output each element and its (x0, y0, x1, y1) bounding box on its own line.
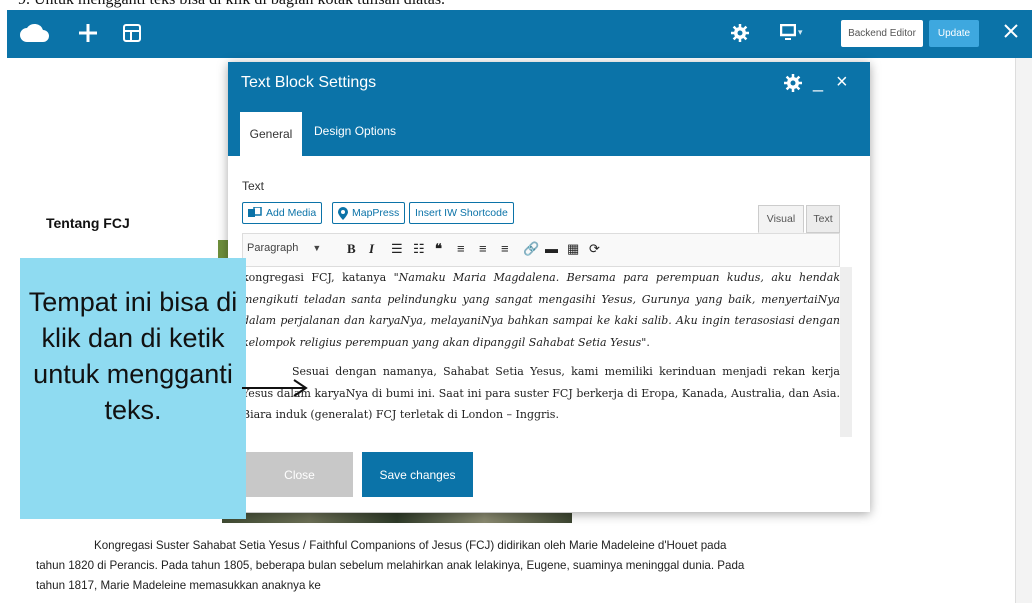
format-select-value: Paragraph (247, 242, 299, 254)
dialog-footer: Close Save changes (228, 437, 870, 512)
read-more-icon[interactable]: ▬ (545, 241, 558, 256)
close-icon[interactable] (1002, 22, 1020, 40)
add-media-button[interactable]: Add Media (242, 202, 323, 224)
dialog-close-icon[interactable]: × (836, 71, 848, 94)
tab-visual[interactable]: Visual (758, 205, 804, 233)
caption: 9. Untuk mengganti teks bisa di klik di … (0, 0, 1032, 10)
content-paragraph-2: Sesuai dengan namanya, Sahabat Setia Yes… (242, 365, 840, 421)
editor-scrollbar[interactable] (840, 267, 852, 437)
link-icon[interactable]: 🔗 (523, 241, 539, 257)
content-p1-end: . (646, 335, 650, 349)
content-paragraph-1: kongregasi FCJ, katanya "Namaku Maria Ma… (242, 267, 840, 353)
editor-toolbar: Paragraph ▼ B I ☰ ☷ ❝ ≡ ≡ ≡ 🔗 ▬ ▦ ⟳ (242, 233, 840, 267)
page-paragraph-text: Kongregasi Suster Sahabat Setia Yesus / … (36, 539, 745, 592)
tab-general[interactable]: General (240, 112, 302, 156)
caption-text: 9. Untuk mengganti teks bisa di klik di … (18, 0, 445, 9)
blockquote-icon[interactable]: ❝ (435, 241, 442, 257)
italic-icon[interactable]: I (369, 241, 374, 257)
tab-design-options[interactable]: Design Options (314, 124, 396, 138)
bullet-list-icon[interactable]: ☰ (391, 241, 403, 257)
numbered-list-icon[interactable]: ☷ (413, 241, 425, 257)
update-button[interactable]: Update (929, 20, 979, 47)
layout-icon[interactable] (122, 23, 142, 43)
page-image (222, 513, 572, 523)
refresh-icon[interactable]: ⟳ (589, 241, 600, 257)
callout-text: Tempat ini bisa di klik dan di ketik unt… (28, 287, 238, 425)
chevron-down-icon: ▼ (312, 243, 322, 253)
side-title: Tentang FCJ (46, 215, 130, 231)
arrow-icon (240, 377, 310, 404)
bold-icon[interactable]: B (347, 241, 356, 257)
toolbar-toggle-icon[interactable]: ▦ (567, 241, 579, 257)
minimize-button[interactable]: _ (813, 72, 823, 93)
image-edge (218, 240, 228, 260)
monitor-icon[interactable]: ▾ (780, 24, 803, 40)
text-block-settings-dialog: Text Block Settings _ × General Design O… (228, 62, 870, 512)
format-select[interactable]: Paragraph ▼ (247, 242, 321, 254)
dialog-header: Text Block Settings _ × General Design O… (228, 62, 870, 156)
device-caret: ▾ (798, 26, 803, 37)
text-field-label: Text (242, 179, 265, 193)
plus-icon[interactable] (77, 22, 99, 44)
mappress-label: MapPress (352, 207, 400, 219)
close-button[interactable]: Close (246, 452, 353, 497)
editor-topbar: ▾ Backend Editor Update (7, 10, 1032, 58)
map-pin-icon (338, 206, 348, 220)
mappress-button[interactable]: MapPress (332, 202, 406, 224)
text-editor-content[interactable]: kongregasi FCJ, katanya "Namaku Maria Ma… (242, 267, 840, 437)
page-paragraph: Kongregasi Suster Sahabat Setia Yesus / … (36, 536, 756, 596)
align-right-icon[interactable]: ≡ (501, 241, 509, 256)
gear-icon[interactable] (731, 24, 749, 42)
insert-shortcode-button[interactable]: Insert IW Shortcode (409, 202, 514, 224)
media-icon (248, 207, 262, 217)
instruction-callout: Tempat ini bisa di klik dan di ketik unt… (20, 258, 246, 519)
dialog-gear-icon[interactable] (784, 74, 802, 97)
page-scrollbar[interactable] (1015, 58, 1032, 603)
save-changes-button[interactable]: Save changes (362, 452, 473, 497)
dialog-title: Text Block Settings (241, 74, 377, 91)
content-p1-start: kongregasi FCJ, katanya (242, 271, 394, 284)
align-center-icon[interactable]: ≡ (479, 241, 487, 256)
add-media-label: Add Media (266, 207, 317, 219)
backend-editor-button[interactable]: Backend Editor (841, 20, 923, 47)
align-left-icon[interactable]: ≡ (457, 241, 465, 256)
tab-text[interactable]: Text (806, 205, 840, 233)
cloud-icon[interactable] (19, 20, 51, 46)
